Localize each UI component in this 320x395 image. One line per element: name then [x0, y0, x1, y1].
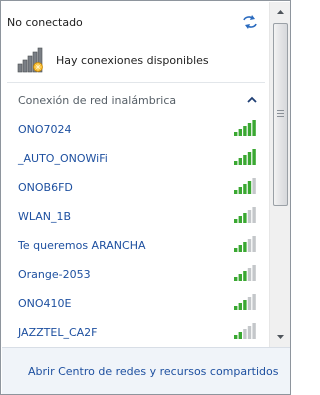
signal-bar — [238, 129, 242, 136]
signal-strength-icon — [234, 236, 256, 252]
chevron-up-icon[interactable] — [247, 96, 257, 104]
available-connections-row: Hay conexiones disponibles — [16, 46, 266, 74]
signal-bar — [243, 242, 247, 252]
network-item[interactable]: _AUTO_ONOWiFi — [18, 149, 263, 181]
network-name: ONOB6FD — [18, 181, 73, 194]
signal-bar — [247, 152, 252, 165]
signal-bar — [247, 181, 252, 194]
refresh-arrows-icon[interactable] — [241, 14, 259, 30]
signal-bar — [234, 161, 238, 165]
signal-bar — [243, 184, 247, 194]
network-name: ONO7024 — [18, 123, 72, 136]
network-item[interactable]: ONO410E — [18, 294, 263, 326]
signal-bar — [252, 323, 256, 339]
signal-bar — [234, 248, 238, 252]
network-item[interactable]: WLAN_1B — [18, 207, 263, 239]
network-item[interactable]: Te queremos ARANCHA — [18, 236, 263, 268]
signal-strength-icon — [234, 149, 256, 165]
signal-bar — [234, 219, 238, 223]
signal-strength-icon — [234, 265, 256, 281]
signal-strength-icon — [234, 323, 256, 339]
signal-bar — [238, 332, 242, 339]
signal-bar — [252, 236, 256, 252]
network-flyout: No conectado Hay conexiones disponibles — [0, 0, 291, 395]
connection-status: No conectado — [7, 16, 83, 29]
signal-bar — [243, 271, 247, 281]
network-name: ONO410E — [18, 297, 72, 310]
signal-strength-icon — [234, 120, 256, 136]
network-item[interactable]: JAZZTEL_CA2F — [18, 323, 263, 347]
signal-bar — [252, 120, 256, 136]
network-name: _AUTO_ONOWiFi — [18, 152, 108, 165]
divider — [7, 82, 265, 83]
signal-bar — [247, 210, 252, 223]
available-connections-label: Hay conexiones disponibles — [56, 54, 209, 67]
scroll-down-arrow-icon[interactable] — [272, 328, 289, 345]
signal-bar — [247, 326, 252, 339]
signal-bar — [243, 300, 247, 310]
signal-bar — [238, 187, 242, 194]
signal-bar — [243, 155, 247, 165]
signal-bar — [238, 245, 242, 252]
signal-bar — [238, 216, 242, 223]
signal-bar — [243, 213, 247, 223]
open-network-center-link[interactable]: Abrir Centro de redes y recursos compart… — [28, 365, 278, 378]
network-name: Te queremos ARANCHA — [18, 239, 146, 252]
signal-bar — [234, 277, 238, 281]
scrollbar-grip-icon — [277, 110, 284, 117]
network-item[interactable]: ONOB6FD — [18, 178, 263, 210]
signal-strength-icon — [234, 178, 256, 194]
status-row: No conectado — [7, 14, 269, 32]
signal-bar — [238, 303, 242, 310]
signal-bar — [247, 239, 252, 252]
network-item[interactable]: Orange-2053 — [18, 265, 263, 297]
network-name: WLAN_1B — [18, 210, 72, 223]
signal-bar — [234, 306, 238, 310]
footer: Abrir Centro de redes y recursos compart… — [2, 347, 290, 394]
wifi-available-icon — [17, 47, 43, 73]
signal-bar — [234, 190, 238, 194]
signal-bar — [252, 178, 256, 194]
signal-bar — [252, 207, 256, 223]
vertical-scrollbar[interactable] — [269, 2, 290, 347]
signal-bar — [247, 268, 252, 281]
signal-strength-icon — [234, 294, 256, 310]
network-panel: No conectado Hay conexiones disponibles — [2, 2, 269, 347]
signal-bar — [243, 329, 247, 339]
network-name: JAZZTEL_CA2F — [18, 326, 98, 339]
signal-bar — [247, 297, 252, 310]
signal-bar — [243, 126, 247, 136]
wireless-section-title: Conexión de red inalámbrica — [18, 94, 177, 107]
scroll-up-arrow-icon[interactable] — [272, 4, 289, 21]
scrollbar-thumb[interactable] — [273, 23, 288, 206]
network-name: Orange-2053 — [18, 268, 91, 281]
signal-bar — [238, 158, 242, 165]
signal-bar — [252, 265, 256, 281]
wireless-section-header[interactable]: Conexión de red inalámbrica — [18, 94, 265, 110]
signal-strength-icon — [234, 207, 256, 223]
signal-bar — [234, 132, 238, 136]
network-list: ONO7024 _AUTO_ONOWiFi ONOB6FD WLAN_1B Te que… — [18, 120, 263, 347]
signal-bar — [252, 149, 256, 165]
signal-bar — [247, 123, 252, 136]
signal-bar — [252, 294, 256, 310]
signal-bar — [234, 335, 238, 339]
signal-bar — [238, 274, 242, 281]
network-item[interactable]: ONO7024 — [18, 120, 263, 152]
